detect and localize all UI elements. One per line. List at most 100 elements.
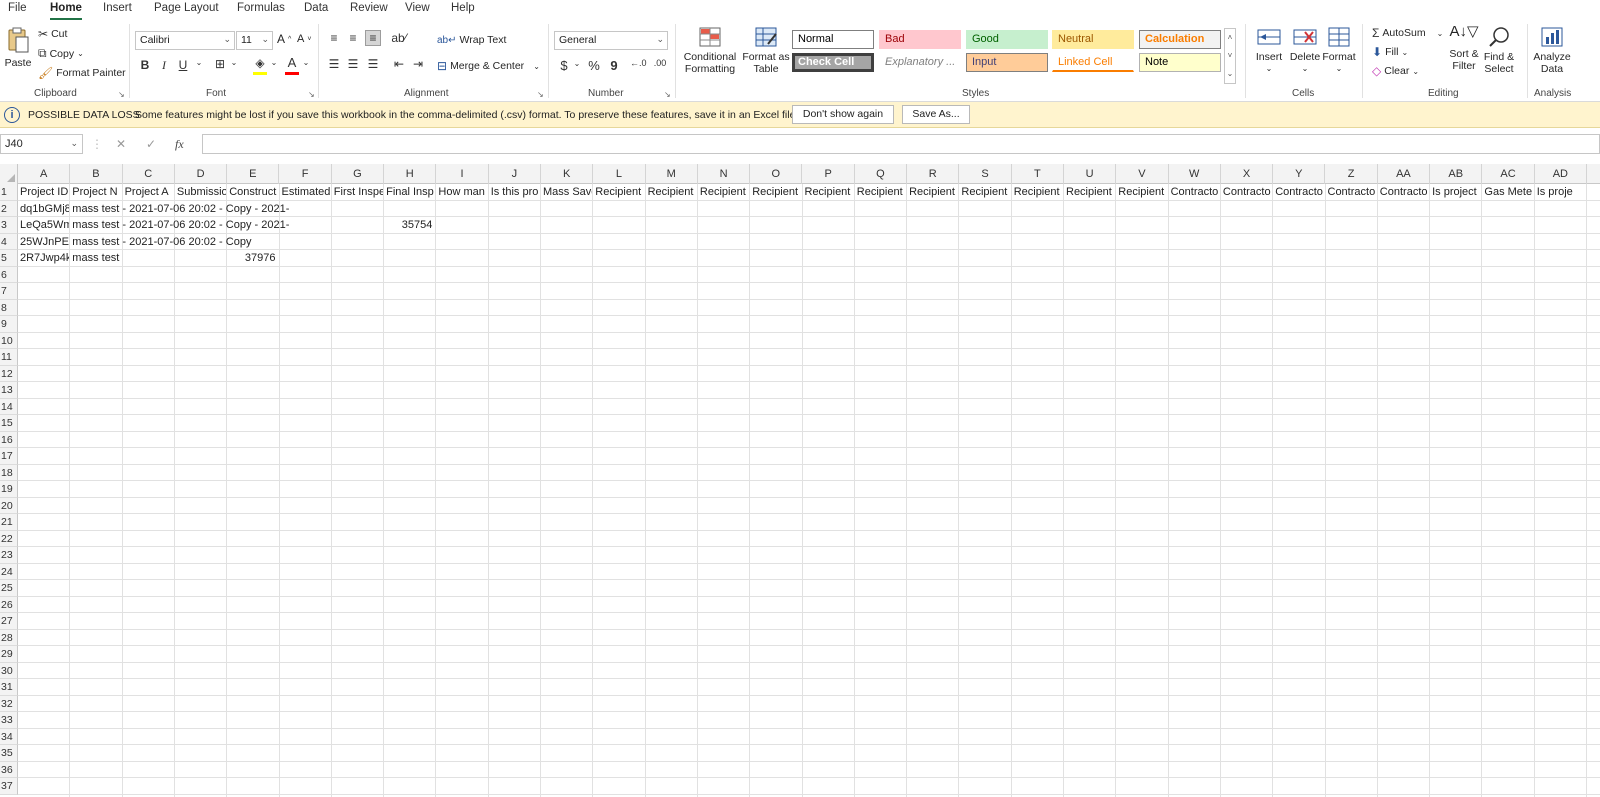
cell-z1[interactable]: Contracto [1326, 184, 1377, 200]
row-header-1[interactable]: 1 [0, 184, 18, 201]
formula-input[interactable] [202, 134, 1600, 154]
cell-t1[interactable]: Recipient [1012, 184, 1063, 200]
increase-decimal-icon[interactable]: ←.0 [630, 58, 647, 68]
tab-file[interactable]: File [8, 2, 27, 14]
autosum-button[interactable]: Σ AutoSum ⌄ [1372, 26, 1443, 40]
cell-style-linked-cell[interactable]: Linked Cell [1052, 53, 1134, 72]
column-header-e[interactable]: E [227, 164, 280, 184]
column-header-ad[interactable]: AD [1535, 164, 1587, 184]
cell-n1[interactable]: Recipient [698, 184, 749, 200]
format-cells-button[interactable]: Format ⌄ [1322, 26, 1356, 75]
row-header-26[interactable]: 26 [0, 596, 18, 613]
row-header-16[interactable]: 16 [0, 431, 18, 448]
row-header-33[interactable]: 33 [0, 712, 18, 729]
column-header-f[interactable]: F [280, 164, 332, 184]
tab-page-layout[interactable]: Page Layout [154, 2, 219, 14]
column-header-x[interactable]: X [1221, 164, 1274, 184]
column-header-u[interactable]: U [1064, 164, 1117, 184]
cell-l1[interactable]: Recipient [593, 184, 644, 200]
cell-c1[interactable]: Project A [123, 184, 174, 200]
cell-e1[interactable]: Construct [227, 184, 278, 200]
cell-e5[interactable]: 37976 [227, 250, 278, 266]
underline-dropdown[interactable]: ⌄ [191, 58, 207, 67]
column-header-q[interactable]: Q [855, 164, 908, 184]
enter-icon[interactable]: ✓ [146, 137, 156, 151]
cell-h3[interactable]: 35754 [384, 217, 435, 233]
row-header-3[interactable]: 3 [0, 217, 18, 234]
column-header-h[interactable]: H [384, 164, 437, 184]
row-header-14[interactable]: 14 [0, 398, 18, 415]
column-header-s[interactable]: S [959, 164, 1012, 184]
column-header-t[interactable]: T [1012, 164, 1064, 184]
row-header-18[interactable]: 18 [0, 464, 18, 481]
cell-b5[interactable]: mass test [70, 250, 121, 266]
row-header-6[interactable]: 6 [0, 266, 18, 283]
row-header-32[interactable]: 32 [0, 695, 18, 712]
column-header-y[interactable]: Y [1273, 164, 1326, 184]
column-header-a[interactable]: A [18, 164, 71, 184]
cancel-icon[interactable]: ✕ [116, 137, 126, 151]
format-as-table-button[interactable]: Format as Table [742, 26, 790, 75]
row-header-9[interactable]: 9 [0, 316, 18, 333]
cell-j1[interactable]: Is this pro [489, 184, 540, 200]
worksheet-grid[interactable]: A B C D E F G H I J K L M N O P Q R S T U V W X Y Z AA AB AC AD 12345… [0, 164, 1600, 797]
dialog-launcher-icon[interactable]: ↘ [537, 90, 544, 99]
row-header-5[interactable]: 5 [0, 250, 18, 267]
tab-help[interactable]: Help [451, 2, 475, 14]
column-header-z[interactable]: Z [1326, 164, 1378, 184]
row-header-23[interactable]: 23 [0, 547, 18, 564]
align-left-icon[interactable]: ☰ [326, 57, 342, 71]
column-header-i[interactable]: I [436, 164, 489, 184]
align-bottom-icon[interactable]: ≡ [365, 30, 381, 46]
row-header-22[interactable]: 22 [0, 530, 18, 547]
column-header-c[interactable]: C [123, 164, 175, 184]
cell-b2[interactable]: mass test - 2021-07-06 20:02 - Copy - 20… [70, 201, 289, 217]
row-header-30[interactable]: 30 [0, 662, 18, 679]
column-header-o[interactable]: O [750, 164, 803, 184]
row-header-13[interactable]: 13 [0, 382, 18, 399]
row-header-35[interactable]: 35 [0, 745, 18, 762]
align-right-icon[interactable]: ☰ [365, 57, 381, 71]
cell-b3[interactable]: mass test - 2021-07-06 20:02 - Copy - 20… [70, 217, 289, 233]
delete-cells-button[interactable]: Delete ⌄ [1288, 26, 1322, 75]
fill-button[interactable]: ⬇ Fill ⌄ [1372, 45, 1408, 59]
wrap-text-button[interactable]: ab↵ Wrap Text [437, 34, 506, 46]
row-header-11[interactable]: 11 [0, 349, 18, 366]
cell-p1[interactable]: Recipient [803, 184, 854, 200]
insert-cells-button[interactable]: Insert ⌄ [1253, 26, 1285, 75]
dialog-launcher-icon[interactable]: ↘ [118, 90, 125, 99]
column-header-j[interactable]: J [489, 164, 541, 184]
cell-f1[interactable]: Estimated [280, 184, 331, 200]
cell-d1[interactable]: Submissio [175, 184, 226, 200]
column-header-g[interactable]: G [332, 164, 385, 184]
clear-button[interactable]: ◇ Clear ⌄ [1372, 64, 1419, 78]
gallery-scroll[interactable]: ˄ ˅ ⌄ [1224, 28, 1236, 84]
column-header-b[interactable]: B [70, 164, 123, 184]
column-header-r[interactable]: R [907, 164, 960, 184]
tab-home[interactable]: Home [50, 2, 82, 20]
row-header-8[interactable]: 8 [0, 299, 18, 316]
column-header-d[interactable]: D [175, 164, 228, 184]
row-header-25[interactable]: 25 [0, 580, 18, 597]
cell-style-check-cell[interactable]: Check Cell [792, 53, 874, 72]
find-select-button[interactable]: Find & Select [1480, 26, 1518, 75]
cell-w1[interactable]: Contracto [1169, 184, 1220, 200]
row-header-10[interactable]: 10 [0, 332, 18, 349]
tab-insert[interactable]: Insert [103, 2, 132, 14]
cell-style-bad[interactable]: Bad [879, 30, 961, 49]
percent-button[interactable]: % [586, 58, 602, 73]
cell-u1[interactable]: Recipient [1064, 184, 1115, 200]
sort-filter-button[interactable]: A↓▽ Sort & Filter [1446, 24, 1482, 72]
row-header-17[interactable]: 17 [0, 448, 18, 465]
cell-x1[interactable]: Contracto [1221, 184, 1272, 200]
decrease-indent-icon[interactable]: ⇤ [391, 57, 407, 71]
font-size-select[interactable]: 11 ⌄ [236, 31, 273, 50]
column-header-m[interactable]: M [646, 164, 698, 184]
row-header-4[interactable]: 4 [0, 233, 18, 250]
select-all-button[interactable] [0, 164, 18, 184]
cell-a4[interactable]: 25WJnPEX [18, 234, 69, 250]
row-header-7[interactable]: 7 [0, 283, 18, 300]
column-header-aa[interactable]: AA [1378, 164, 1431, 184]
cell-style-note[interactable]: Note [1139, 53, 1221, 72]
row-header-27[interactable]: 27 [0, 613, 18, 630]
